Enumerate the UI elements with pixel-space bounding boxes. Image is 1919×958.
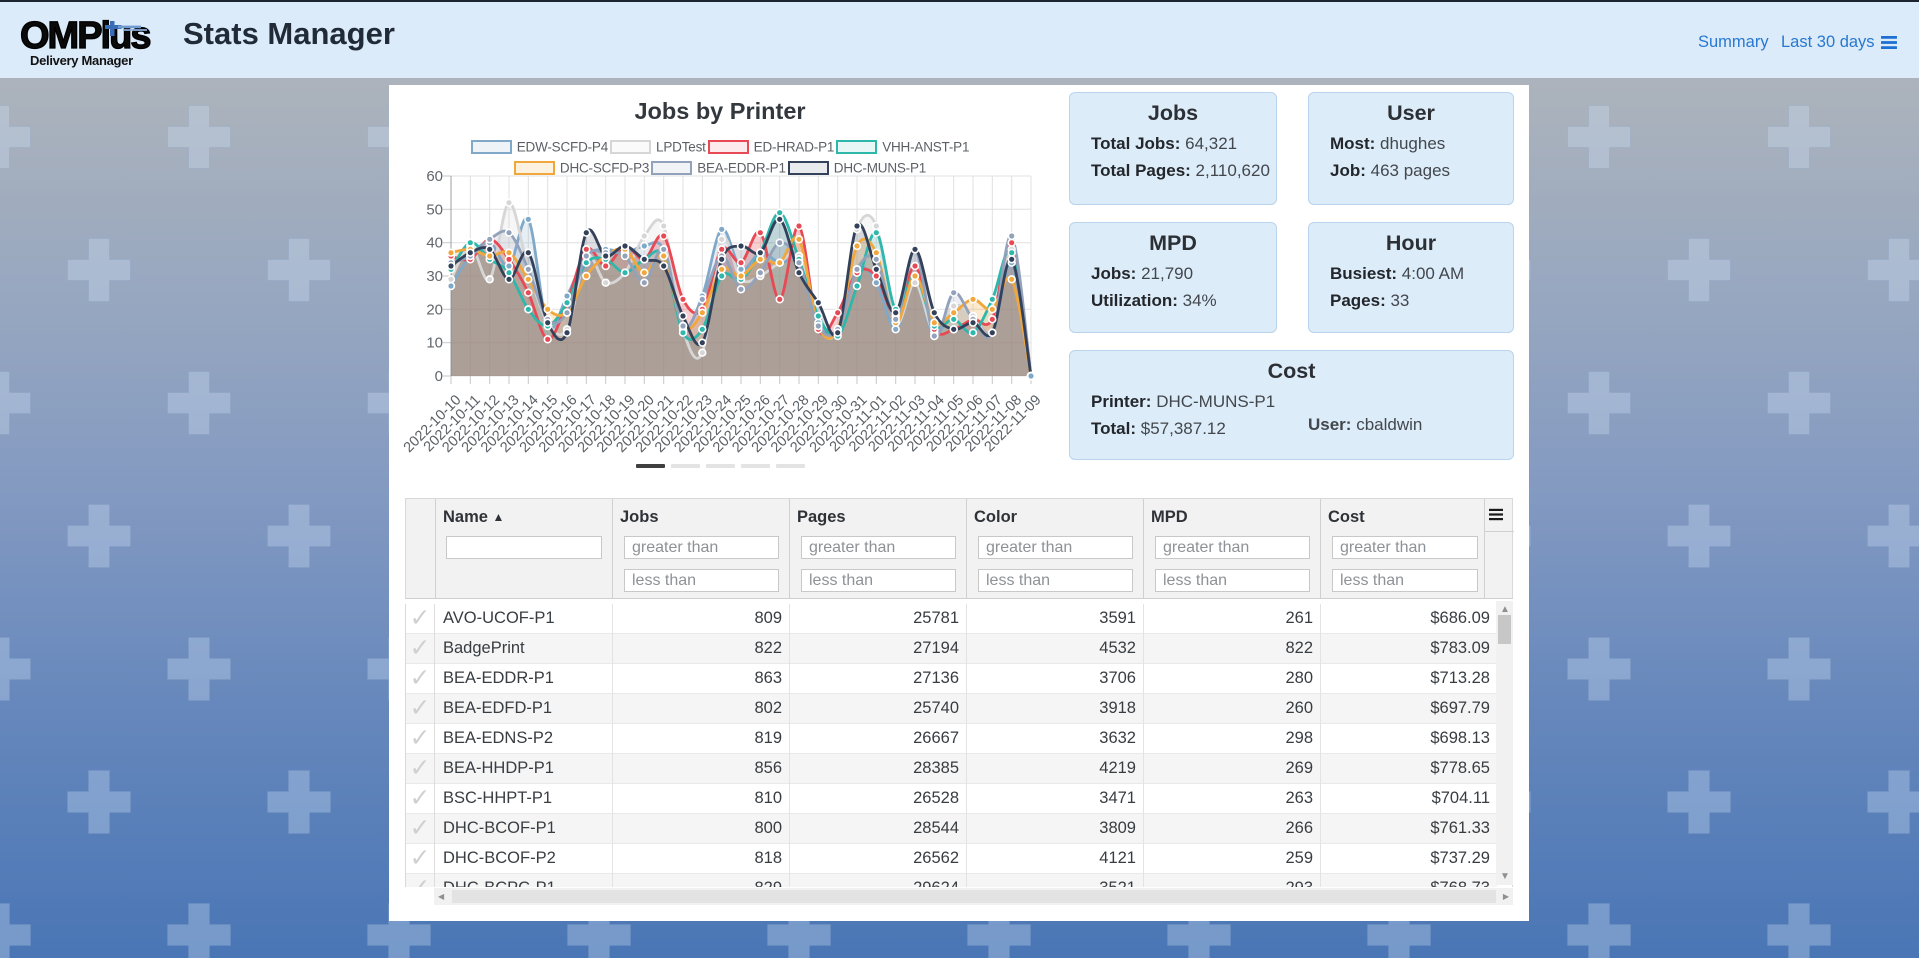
- svg-text:0: 0: [435, 368, 443, 385]
- svg-text:30: 30: [426, 268, 443, 285]
- svg-text:60: 60: [426, 168, 443, 185]
- svg-text:50: 50: [426, 201, 443, 218]
- svg-text:10: 10: [426, 335, 443, 352]
- svg-text:40: 40: [426, 235, 443, 252]
- svg-text:20: 20: [426, 301, 443, 318]
